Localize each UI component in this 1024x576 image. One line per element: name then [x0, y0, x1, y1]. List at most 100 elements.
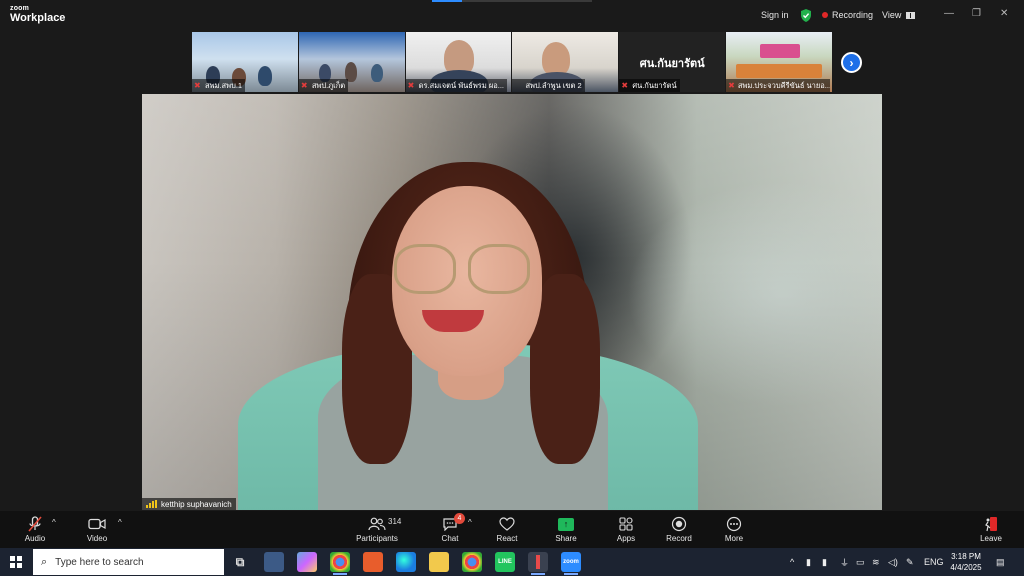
participants-button[interactable]: 314 Participants [354, 511, 402, 548]
participant-tile[interactable]: ✖ สพป.ภูเก็ต [298, 32, 405, 92]
gallery-next-button[interactable]: › [841, 52, 862, 73]
top-share-indicator [432, 0, 592, 2]
minimize-icon[interactable]: — [944, 8, 954, 19]
sign-in-button[interactable]: Sign in [761, 0, 789, 30]
wifi-icon[interactable]: ≋ [872, 548, 880, 576]
view-label: View [882, 10, 902, 20]
folder-icon[interactable] [429, 552, 449, 572]
tray-app-icon[interactable]: ▮ [806, 548, 811, 576]
more-button[interactable]: More [720, 511, 748, 548]
muted-mic-icon: ✖ [194, 80, 201, 90]
participant-initial-label: ศน.กันยารัตน์ [639, 58, 705, 70]
tray-app-icon[interactable]: ▮ [822, 548, 827, 576]
recording-dot-icon [822, 12, 828, 18]
participant-tile[interactable]: ✖ ดร.สมเจตน์ พันธ์พรม ผอ... [405, 32, 512, 92]
chat-unread-badge: 4 [454, 513, 465, 524]
video-options-chevron-icon[interactable]: ^ [118, 518, 122, 527]
search-placeholder: Type here to search [55, 556, 144, 568]
share-arrow-icon: ↑ [558, 517, 574, 531]
record-label: Record [666, 534, 692, 543]
close-icon[interactable]: ✕ [1000, 8, 1008, 19]
muted-microphone-icon [27, 514, 43, 534]
video-camera-icon [88, 514, 106, 534]
search-icon: ⌕ [41, 555, 48, 568]
view-button[interactable]: View [882, 0, 916, 30]
chat-label: Chat [441, 534, 459, 543]
rss-app-icon[interactable] [363, 552, 383, 572]
participant-name: ✖ สพม.ประจวบคีรีขันธ์ นายอ... [726, 79, 831, 92]
chat-options-chevron-icon[interactable]: ^ [468, 518, 472, 527]
participants-icon [368, 514, 386, 534]
meeting-toolbar: Audio ^ Video ^ 314 Participants 4 Chat … [0, 511, 1024, 548]
audio-options-chevron-icon[interactable]: ^ [52, 518, 56, 527]
copilot-icon[interactable] [297, 552, 317, 572]
logo-small-text: zoom [10, 5, 30, 12]
gallery-strip: ✖ สพม.สพบ.1 ✖ สพป.ภูเก็ต ✖ ดร.สมเจตน์ พันธ์… [192, 32, 832, 92]
participant-tile[interactable]: ✖ สพม.สพบ.1 [192, 32, 298, 92]
record-icon [671, 514, 687, 534]
participant-name: สพป.ลำพูน เขต 2 [512, 79, 585, 92]
notifications-icon[interactable]: ▤ [996, 548, 1005, 576]
video-button[interactable]: Video [84, 511, 110, 548]
recording-indicator[interactable]: Recording [822, 0, 873, 30]
muted-mic-icon: ✖ [300, 80, 308, 90]
leave-label: Leave [980, 534, 1002, 543]
apps-button[interactable]: Apps [612, 511, 640, 548]
language-indicator[interactable]: ENG [924, 548, 944, 576]
zoom-app-icon[interactable]: zoom [561, 552, 581, 575]
video-label: Video [86, 534, 108, 543]
taskbar-clock[interactable]: 3:18 PM 4/4/2025 [946, 551, 986, 573]
muted-mic-icon: ✖ [728, 80, 735, 90]
signal-bars-icon [146, 500, 157, 508]
file-explorer-shortcut-icon[interactable] [264, 552, 284, 572]
zoom-window: zoom Workplace Sign in Recording View — … [0, 0, 1024, 548]
participants-label: Participants [356, 534, 398, 543]
record-button[interactable]: Record [664, 511, 694, 548]
more-label: More [724, 534, 744, 543]
participant-tile[interactable]: สพป.ลำพูน เขต 2 [512, 32, 619, 92]
heart-icon [499, 514, 515, 534]
participant-name: ✖ ศน.กันยารัตน์ [619, 79, 680, 92]
security-shield-icon[interactable] [800, 0, 812, 30]
recording-label: Recording [832, 10, 874, 20]
participant-name: ✖ สพม.สพบ.1 [192, 79, 246, 92]
audio-label: Audio [24, 534, 46, 543]
audio-button[interactable]: Audio [22, 511, 48, 548]
leave-button[interactable]: Leave [978, 511, 1004, 548]
apps-icon [619, 514, 633, 534]
taskbar-search-input[interactable]: ⌕ Type here to search [33, 549, 224, 575]
pen-icon[interactable]: ✎ [906, 548, 914, 576]
windows-start-icon[interactable] [10, 556, 22, 568]
active-speaker-video[interactable] [142, 94, 882, 510]
chrome-profile-icon[interactable] [462, 552, 482, 572]
leave-exit-icon [983, 514, 999, 534]
participant-name: ✖ ดร.สมเจตน์ พันธ์พรม ผอ... [405, 79, 507, 92]
muted-mic-icon: ✖ [621, 80, 629, 90]
participant-tile[interactable]: ศน.กันยารัตน์ ✖ ศน.กันยารัตน์ [619, 32, 726, 92]
react-label: React [496, 534, 518, 543]
chat-button[interactable]: 4 Chat [438, 511, 465, 548]
usb-icon[interactable]: ⏚ [840, 548, 849, 576]
share-screen-button[interactable]: ↑ Share [552, 511, 580, 548]
participants-count: 314 [388, 517, 402, 526]
zoom-workplace-logo: zoom Workplace [10, 5, 65, 24]
muted-mic-icon [514, 82, 522, 90]
tray-chevron-icon[interactable]: ^ [790, 548, 794, 576]
share-label: Share [555, 534, 577, 543]
title-bar: zoom Workplace Sign in Recording View — … [0, 0, 1024, 30]
line-app-icon[interactable]: LINE [495, 552, 515, 572]
app-pinned-icon[interactable] [528, 552, 548, 575]
battery-icon[interactable]: ▭ [856, 548, 865, 576]
clock-time: 3:18 PM [951, 552, 981, 561]
restore-icon[interactable]: ❐ [972, 8, 981, 19]
speaker-name-label: ketthip suphavanich [142, 498, 236, 510]
chrome-icon[interactable] [330, 552, 350, 575]
edge-icon[interactable] [396, 552, 416, 572]
task-view-icon[interactable]: ⧉ [230, 552, 250, 572]
view-grid-icon [906, 11, 916, 19]
participant-name: ✖ สพป.ภูเก็ต [298, 79, 349, 92]
more-dots-icon [726, 514, 742, 534]
volume-icon[interactable]: ◁) [888, 548, 898, 576]
participant-tile[interactable]: ✖ สพม.ประจวบคีรีขันธ์ นายอ... [726, 32, 832, 92]
react-button[interactable]: React [494, 511, 520, 548]
